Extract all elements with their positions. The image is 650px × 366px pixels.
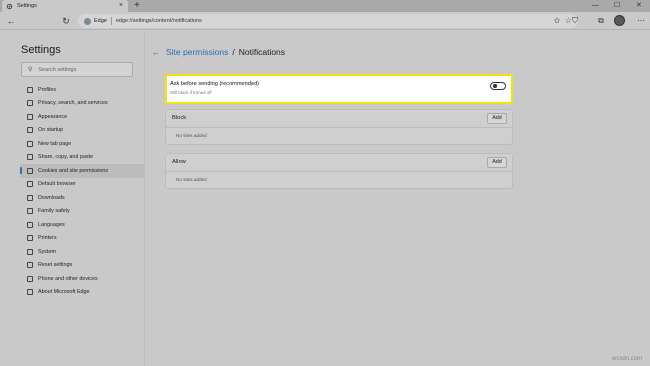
close-tab-icon[interactable]: × (119, 2, 123, 10)
sidebar-item-label: System (38, 248, 56, 255)
sidebar-item-label: Family safety (38, 208, 70, 215)
search-box[interactable]: ⚲ (21, 62, 133, 77)
sidebar-item-label: Downloads (38, 194, 65, 201)
allow-add-button[interactable]: Add (487, 157, 507, 168)
shield-icon[interactable]: ⛉ (570, 16, 580, 26)
page-title: Notifications (238, 47, 286, 57)
sidebar-item-new-tab-page[interactable]: New tab page (20, 137, 144, 151)
tab-title: Settings (17, 3, 37, 9)
toolbar: ← ↻ Edge edge://settings/content/notific… (0, 12, 650, 30)
sidebar-item-label: Default browser (38, 181, 76, 188)
system-icon (27, 248, 33, 255)
divider (166, 171, 512, 172)
address-url[interactable]: edge://settings/content/notifications (116, 18, 202, 24)
sidebar-item-reset-settings[interactable]: Reset settings (20, 259, 144, 273)
maximize-button[interactable]: ☐ (614, 1, 620, 11)
tab-settings[interactable]: Settings × (2, 0, 128, 12)
block-empty-text: No sites added (176, 133, 207, 138)
favorites-icon[interactable]: ✩ (552, 16, 562, 26)
sidebar-item-label: Languages (38, 221, 65, 228)
watermark: wsxdn.com (611, 356, 642, 362)
appearance-icon (27, 113, 33, 120)
family-safety-icon (27, 208, 33, 215)
back-arrow-icon[interactable]: ← (152, 48, 160, 57)
sidebar-item-label: Phone and other devices (38, 275, 98, 282)
back-button[interactable]: ← (5, 15, 17, 27)
privacy-search-and-services-icon (27, 100, 33, 107)
new-tab-button[interactable]: + (134, 0, 140, 12)
toggle-knob (493, 84, 497, 88)
block-add-button[interactable]: Add (487, 113, 507, 124)
sidebar-item-label: About Microsoft Edge (38, 289, 90, 296)
sidebar-item-system[interactable]: System (20, 245, 144, 259)
refresh-button[interactable]: ↻ (60, 15, 72, 27)
block-section: Block Add No sites added (165, 109, 513, 145)
ask-before-sending-description: Will block if turned off (170, 90, 212, 95)
printers-icon (27, 235, 33, 242)
sidebar-nav: Profiles Privacy, search, and services App… (20, 83, 144, 299)
avatar[interactable] (614, 15, 625, 26)
ask-before-sending-label: Ask before sending (recommended) (170, 81, 259, 87)
sidebar-item-phone-and-other-devices[interactable]: Phone and other devices (20, 272, 144, 286)
tab-strip: Settings × + — ☐ ✕ (0, 0, 650, 12)
sidebar-item-default-browser[interactable]: Default browser (20, 178, 144, 192)
languages-icon (27, 221, 33, 228)
new-tab-page-icon (27, 140, 33, 147)
collections-icon[interactable]: ⧉ (596, 16, 606, 26)
sidebar-item-label: Reset settings (38, 262, 73, 269)
sidebar-item-label: Privacy, search, and services (38, 100, 108, 107)
sidebar-item-downloads[interactable]: Downloads (20, 191, 144, 205)
about-microsoft-edge-icon (27, 289, 33, 296)
reset-settings-icon (27, 262, 33, 269)
menu-icon[interactable]: ⋯ (636, 16, 646, 26)
sidebar-item-share-copy-and-paste[interactable]: Share, copy, and paste (20, 151, 144, 165)
breadcrumb: ← Site permissions / Notifications (152, 47, 285, 57)
sidebar-title: Settings (21, 44, 61, 56)
search-icon: ⚲ (28, 67, 33, 73)
profiles-icon (27, 86, 33, 93)
breadcrumb-parent-link[interactable]: Site permissions (166, 47, 228, 57)
sidebar-item-privacy-search-and-services[interactable]: Privacy, search, and services (20, 97, 144, 111)
sidebar-item-on-startup[interactable]: On startup (20, 124, 144, 138)
sidebar-item-label: Cookies and site permissions (38, 167, 109, 174)
allow-empty-text: No sites added (176, 177, 207, 182)
sidebar-item-label: Appearance (38, 113, 68, 120)
sidebar-item-label: On startup (38, 127, 64, 134)
address-divider (110, 17, 112, 25)
block-header: Block (172, 115, 187, 121)
window-close-button[interactable]: ✕ (636, 1, 642, 11)
cookies-and-site-permissions-icon (27, 167, 33, 174)
sidebar-item-printers[interactable]: Printers (20, 232, 144, 246)
ask-before-sending-toggle[interactable] (490, 82, 506, 90)
sidebar-item-about-microsoft-edge[interactable]: About Microsoft Edge (20, 286, 144, 300)
downloads-icon (27, 194, 33, 201)
divider (166, 127, 512, 128)
sidebar-item-label: New tab page (38, 140, 72, 147)
address-brand: Edge (94, 18, 107, 24)
allow-header: Allow (172, 159, 186, 165)
on-startup-icon (27, 127, 33, 134)
main-content: ← Site permissions / Notifications Ask b… (146, 31, 650, 366)
minimize-button[interactable]: — (592, 1, 599, 11)
phone-and-other-devices-icon (27, 275, 33, 282)
gear-icon (6, 3, 13, 9)
sidebar-item-label: Printers (38, 235, 57, 242)
sidebar-item-profiles[interactable]: Profiles (20, 83, 144, 97)
sidebar-item-family-safety[interactable]: Family safety (20, 205, 144, 219)
share-copy-and-paste-icon (27, 154, 33, 161)
sidebar-item-label: Profiles (38, 86, 56, 93)
search-input[interactable] (38, 66, 129, 73)
ask-before-sending-card: Ask before sending (recommended) Will bl… (165, 74, 513, 104)
allow-section: Allow Add No sites added (165, 153, 513, 189)
sidebar-item-label: Share, copy, and paste (38, 154, 94, 161)
sidebar: Settings ⚲ Profiles Privacy, search, and … (0, 31, 145, 366)
edge-logo-icon (84, 17, 91, 25)
sidebar-item-languages[interactable]: Languages (20, 218, 144, 232)
address-bar[interactable]: Edge edge://settings/content/notificatio… (78, 14, 578, 28)
sidebar-item-cookies-and-site-permissions[interactable]: Cookies and site permissions (20, 164, 144, 178)
default-browser-icon (27, 181, 33, 188)
breadcrumb-separator: / (232, 47, 235, 57)
sidebar-item-appearance[interactable]: Appearance (20, 110, 144, 124)
